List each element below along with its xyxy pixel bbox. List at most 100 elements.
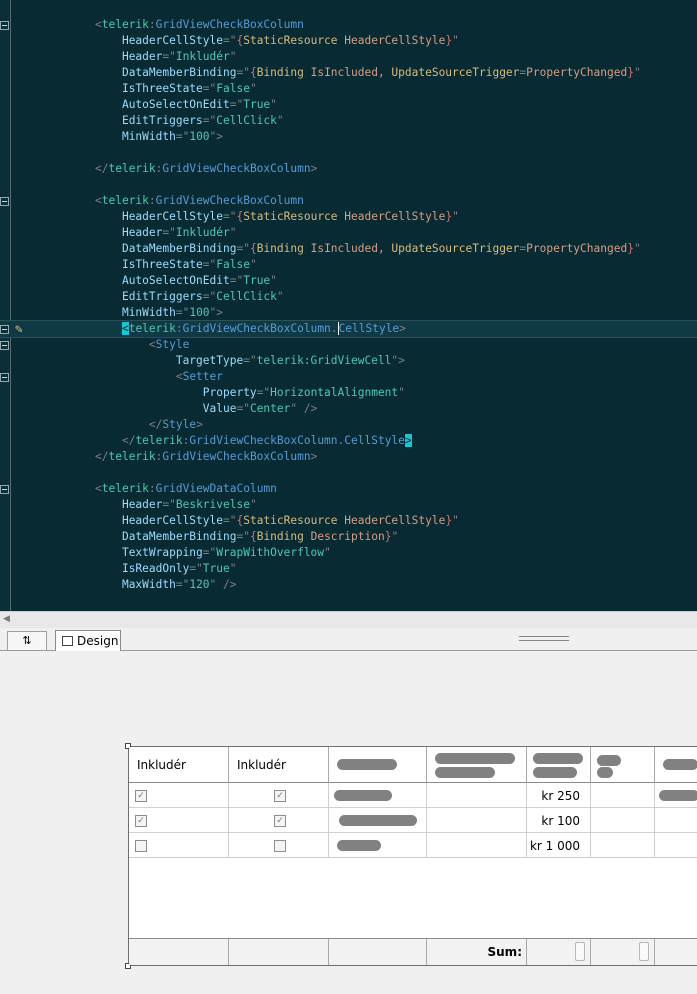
code-token: =" — [162, 50, 176, 63]
redacted-text — [334, 790, 392, 801]
code-line[interactable]: IsThreeState="False" — [0, 257, 697, 273]
code-line[interactable] — [0, 145, 697, 161]
code-token: False — [216, 82, 250, 95]
code-token: " — [270, 98, 277, 111]
code-line[interactable]: </Style> — [0, 417, 697, 433]
code-line[interactable]: <telerik:GridViewCheckBoxColumn — [0, 193, 697, 209]
include-cell[interactable]: ✓ — [129, 783, 229, 808]
code-line[interactable]: Header="Inkludér" — [0, 225, 697, 241]
sum-value-box — [639, 942, 649, 961]
collapse-region-icon[interactable] — [0, 485, 9, 494]
code-token: GridViewCheckBoxColumn — [182, 322, 331, 335]
footer-cell — [229, 939, 329, 965]
include-checkbox[interactable]: ✓ — [274, 815, 286, 827]
include-cell[interactable] — [229, 833, 329, 858]
code-line[interactable]: TextWrapping="WrapWithOverflow" — [0, 545, 697, 561]
code-token: =" — [202, 82, 217, 95]
scroll-left-icon[interactable]: ◀ — [3, 614, 10, 624]
code-line[interactable]: Value="Center" /> — [0, 401, 697, 417]
include-checkbox[interactable]: ✓ — [135, 815, 147, 827]
code-line[interactable]: HeaderCellStyle="{StaticResource HeaderC… — [0, 33, 697, 49]
include-cell[interactable]: ✓ — [129, 808, 229, 833]
code-token: "> — [209, 306, 224, 319]
column-header-redacted[interactable] — [329, 747, 427, 783]
code-line[interactable]: MaxWidth="120" /> — [0, 577, 697, 593]
code-line[interactable]: <Setter — [0, 369, 697, 385]
include-checkbox[interactable]: ✓ — [274, 790, 286, 802]
code-line[interactable]: </telerik:GridViewCheckBoxColumn> — [0, 161, 697, 177]
collapse-region-icon[interactable] — [0, 341, 9, 350]
code-line[interactable]: <Style — [0, 337, 697, 353]
code-line[interactable]: MinWidth="100"> — [0, 305, 697, 321]
table-row[interactable]: ✓ ✓ kr 100 — [129, 808, 697, 833]
code-line[interactable]: HeaderCellStyle="{StaticResource HeaderC… — [0, 513, 697, 529]
column-header-redacted[interactable] — [591, 747, 655, 783]
code-line[interactable]: TargetType="telerik:GridViewCell"> — [0, 353, 697, 369]
redacted-text — [533, 753, 583, 764]
code-text: AutoSelectOnEdit="True" — [95, 97, 277, 113]
collapse-region-icon[interactable] — [0, 325, 9, 334]
code-token: Header — [121, 226, 163, 239]
code-line[interactable]: DataMemberBinding="{Binding Description}… — [0, 529, 697, 545]
price-value: kr 250 — [541, 789, 580, 803]
code-token: < — [95, 194, 102, 207]
code-line[interactable]: AutoSelectOnEdit="True" — [0, 97, 697, 113]
code-line[interactable]: AutoSelectOnEdit="True" — [0, 273, 697, 289]
code-token: HeaderCellStyle — [121, 210, 223, 223]
column-header-redacted[interactable] — [655, 747, 697, 783]
view-tab-strip: ⇅ Design — [0, 628, 697, 651]
code-line[interactable]: DataMemberBinding="{Binding IsIncluded, … — [0, 65, 697, 81]
code-line[interactable]: IsReadOnly="True" — [0, 561, 697, 577]
code-text: DataMemberBinding="{Binding Description}… — [95, 529, 398, 545]
code-line[interactable]: </telerik:GridViewCheckBoxColumn> — [0, 449, 697, 465]
code-token: telerik — [135, 434, 183, 447]
code-text: </telerik:GridViewCheckBoxColumn> — [95, 449, 317, 465]
include-checkbox[interactable]: ✓ — [135, 790, 147, 802]
column-header-include-1[interactable]: Inkludér — [129, 747, 229, 783]
code-token: True — [243, 274, 271, 287]
pane-splitter-grip[interactable] — [519, 636, 569, 641]
code-token: </ — [121, 434, 136, 447]
code-line[interactable]: </telerik:GridViewCheckBoxColumn.CellSty… — [0, 433, 697, 449]
include-checkbox[interactable] — [135, 840, 147, 852]
code-token: telerik — [101, 194, 149, 207]
collapse-region-icon[interactable] — [0, 373, 9, 382]
code-token: IsThreeState — [121, 82, 203, 95]
code-line[interactable]: Property="HorizontalAlignment" — [0, 385, 697, 401]
table-row[interactable]: kr 1 000 — [129, 833, 697, 858]
price-cell: kr 100 — [527, 808, 591, 833]
data-cell — [591, 808, 655, 833]
code-line[interactable]: <telerik:GridViewCheckBoxColumn — [0, 17, 697, 33]
include-cell[interactable]: ✓ — [229, 783, 329, 808]
design-tab[interactable]: Design — [55, 630, 121, 651]
table-row[interactable]: ✓ ✓ kr 250 — [129, 783, 697, 808]
xaml-editor[interactable]: <telerik:GridViewCheckBoxColumn HeaderCe… — [0, 0, 697, 611]
include-cell[interactable]: ✓ — [229, 808, 329, 833]
code-line[interactable] — [0, 465, 697, 481]
code-line[interactable]: EditTriggers="CellClick" — [0, 289, 697, 305]
editor-horizontal-scrollbar[interactable]: ◀ — [0, 611, 697, 628]
column-header-include-2[interactable]: Inkludér — [229, 747, 329, 783]
code-line[interactable]: ✎ <telerik:GridViewCheckBoxColumn.CellSt… — [0, 320, 697, 338]
code-line[interactable]: DataMemberBinding="{Binding IsIncluded, … — [0, 241, 697, 257]
column-header-redacted[interactable] — [527, 747, 591, 783]
collapse-region-icon[interactable] — [0, 197, 9, 206]
code-line[interactable]: EditTriggers="CellClick" — [0, 113, 697, 129]
code-line[interactable]: Header="Inkludér" — [0, 49, 697, 65]
code-line[interactable]: IsThreeState="False" — [0, 81, 697, 97]
code-line[interactable] — [0, 177, 697, 193]
include-checkbox[interactable] — [274, 840, 286, 852]
code-line[interactable]: Header="Beskrivelse" — [0, 497, 697, 513]
include-cell[interactable] — [129, 833, 229, 858]
code-line[interactable]: MinWidth="100"> — [0, 129, 697, 145]
code-line[interactable]: <telerik:GridViewDataColumn — [0, 481, 697, 497]
swap-panes-tab[interactable]: ⇅ — [7, 631, 47, 650]
radgridview-preview[interactable]: Inkludér Inkludér ✓ ✓ kr 250 ✓ ✓ kr 100 — [125, 743, 697, 969]
design-surface[interactable]: Inkludér Inkludér ✓ ✓ kr 250 ✓ ✓ kr 100 — [0, 651, 697, 994]
code-line[interactable]: HeaderCellStyle="{StaticResource HeaderC… — [0, 209, 697, 225]
column-header-redacted[interactable] — [427, 747, 527, 783]
collapse-region-icon[interactable] — [0, 21, 9, 30]
code-text: <telerik:GridViewCheckBoxColumn — [95, 193, 304, 209]
